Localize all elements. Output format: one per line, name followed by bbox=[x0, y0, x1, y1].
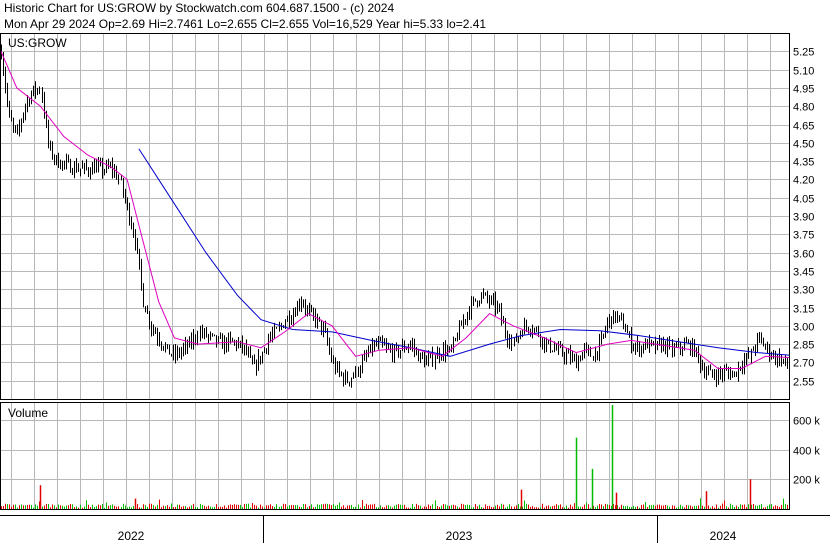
price-tick-label: 4.20 bbox=[793, 175, 814, 187]
price-tick-label: 3.45 bbox=[793, 267, 814, 279]
volume-tick-label: 400 k bbox=[793, 446, 820, 458]
price-grid bbox=[1, 33, 789, 399]
year-label: 2024 bbox=[710, 529, 737, 543]
symbol-label: US:GROW bbox=[8, 36, 67, 50]
price-tick-label: 4.80 bbox=[793, 102, 814, 114]
volume-label: Volume bbox=[8, 406, 48, 420]
volume-grid bbox=[1, 402, 789, 509]
price-tick-label: 3.90 bbox=[793, 212, 814, 224]
price-tick-label: 5.25 bbox=[793, 47, 814, 59]
moving-average-short-line bbox=[0, 51, 790, 369]
volume-tick-label: 600 k bbox=[793, 416, 820, 428]
time-axis: 2022 2023 2024 bbox=[0, 515, 830, 543]
price-tick-label: 2.85 bbox=[793, 340, 814, 352]
volume-axis-ticks: 200 k 400 k 600 k bbox=[793, 416, 820, 487]
price-tick-label: 2.70 bbox=[793, 358, 814, 370]
price-tick-label: 3.75 bbox=[793, 230, 814, 242]
price-tick-label: 3.30 bbox=[793, 285, 814, 297]
price-tick-label: 2.55 bbox=[793, 377, 814, 389]
stock-chart: 2.55 2.70 2.85 3.00 3.15 3.30 3.45 3.60 3.75 3.90… bbox=[0, 33, 830, 543]
price-axis-ticks: 2.55 2.70 2.85 3.00 3.15 3.30 3.45 3.60 3.75 3.90… bbox=[793, 47, 814, 389]
price-tick-label: 3.00 bbox=[793, 322, 814, 334]
price-tick-label: 4.05 bbox=[793, 194, 814, 206]
price-tick-label: 4.35 bbox=[793, 157, 814, 169]
price-tick-label: 4.65 bbox=[793, 121, 814, 133]
volume-panel-frame bbox=[0, 402, 790, 510]
year-label: 2022 bbox=[118, 529, 145, 543]
price-tick-label: 3.60 bbox=[793, 249, 814, 261]
price-tick-label: 5.10 bbox=[793, 66, 814, 78]
price-tick-label: 4.50 bbox=[793, 139, 814, 151]
price-tick-label: 3.15 bbox=[793, 304, 814, 316]
price-tick-label: 4.95 bbox=[793, 84, 814, 96]
volume-tick-label: 200 k bbox=[793, 475, 820, 487]
year-label: 2023 bbox=[446, 529, 473, 543]
